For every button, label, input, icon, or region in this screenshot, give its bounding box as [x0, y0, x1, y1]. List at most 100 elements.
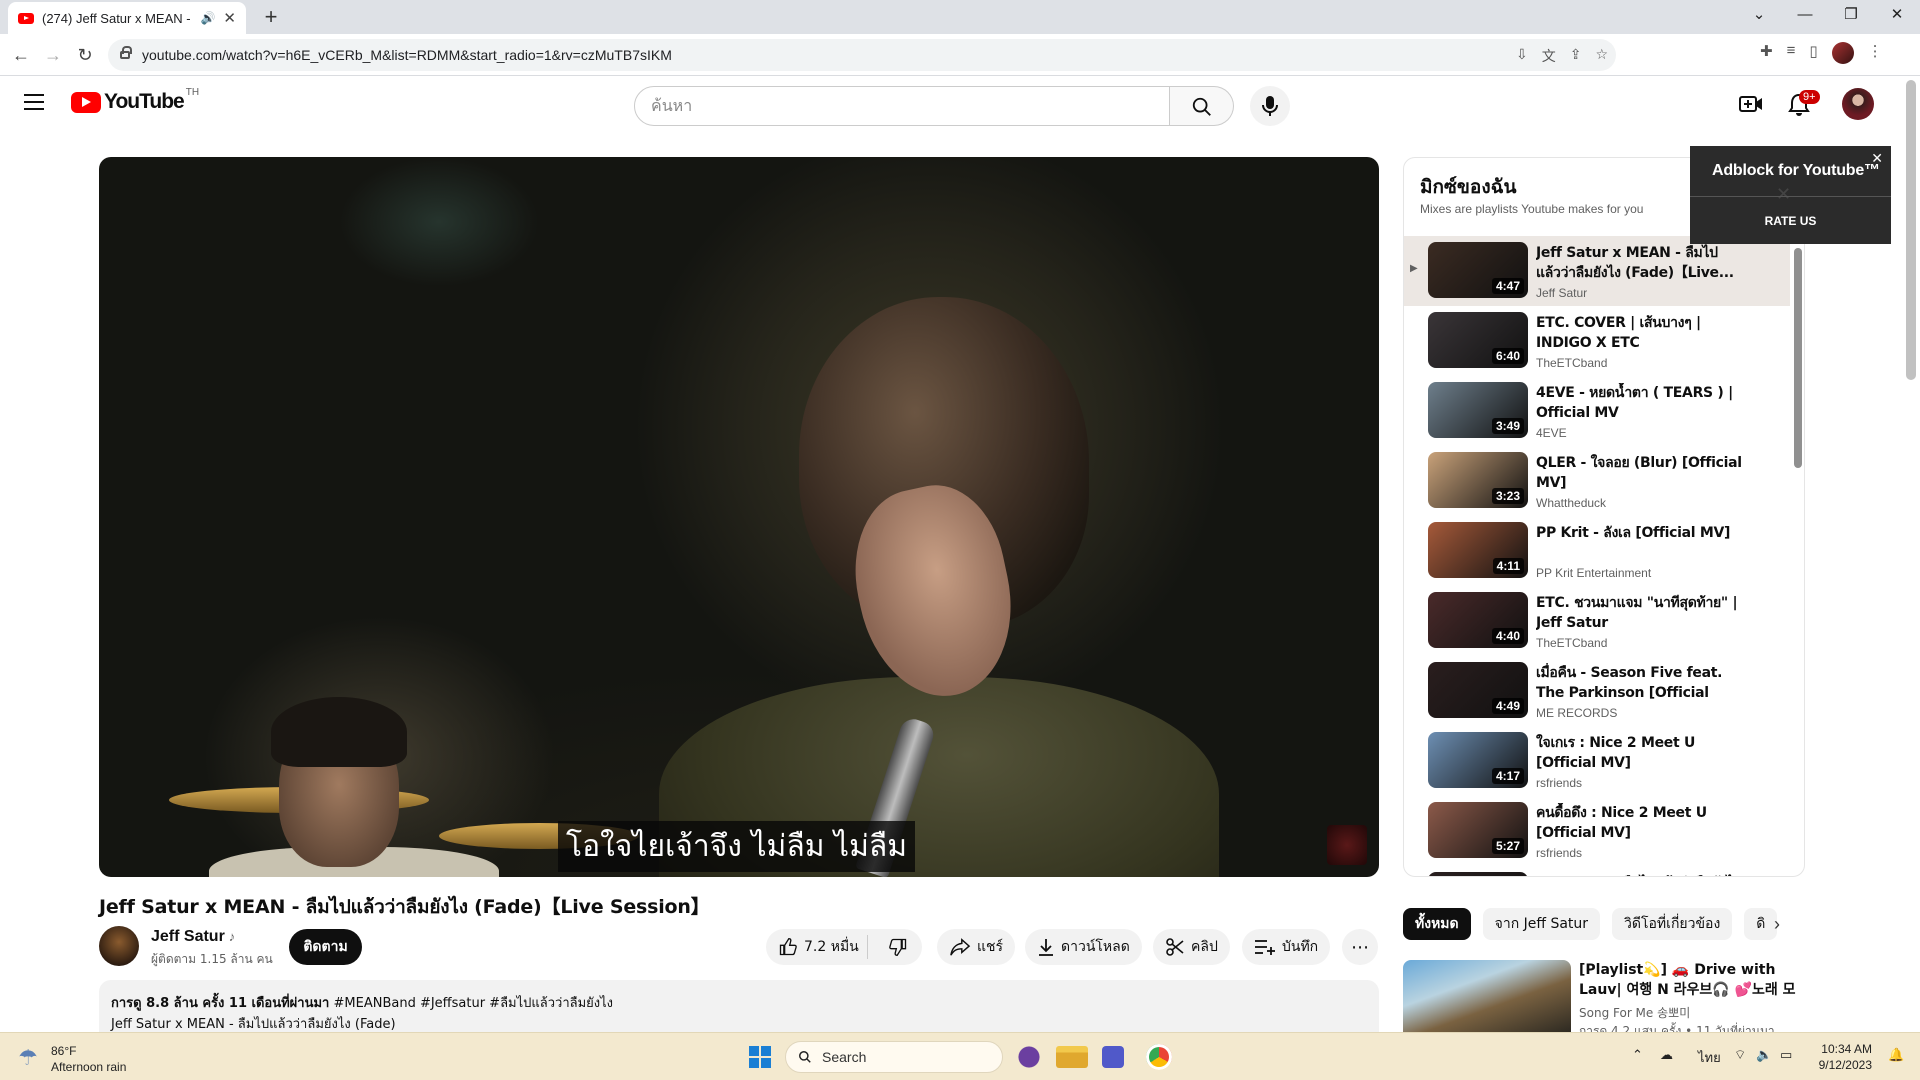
browser-tab-youtube[interactable]: (274) Jeff Satur x MEAN - ลืมไ 🔊 ✕ [8, 2, 246, 34]
playlist-item-title[interactable]: PP Krit - ลังเล [Official MV] [1536, 523, 1742, 543]
more-actions-icon[interactable]: ⋯ [1342, 929, 1378, 965]
playlist-item-title[interactable]: QLER - ใจลอย (Blur) [Official MV] [1536, 453, 1742, 493]
recommended-channel[interactable]: Song For Me 송뽀미 [1579, 1004, 1690, 1021]
playlist-item-title[interactable]: คนดื้อดึง : Nice 2 Meet U [Official MV] [1536, 803, 1742, 843]
playlist-item-title[interactable]: Jeff Satur x MEAN - ลืมไปแล้วว่าลืมยังไง… [1536, 243, 1742, 283]
playlist-thumbnail[interactable] [1428, 872, 1528, 876]
tray-overflow-icon[interactable]: ⌃ [1632, 1047, 1643, 1063]
filter-chip[interactable]: จาก Jeff Satur [1482, 908, 1601, 940]
recommended-video[interactable]: [Playlist💫] 🚗 Drive with Lauv| 여행 N 라우브🎧… [1403, 960, 1805, 1038]
subscribe-button[interactable]: ติดตาม [289, 929, 362, 965]
onedrive-icon[interactable]: ☁ [1660, 1047, 1673, 1063]
teams-icon[interactable] [1102, 1046, 1124, 1068]
notification-center-icon[interactable]: 🔔 [1888, 1047, 1904, 1063]
playlist-thumbnail[interactable]: 6:40 [1428, 312, 1528, 368]
search-button[interactable] [1170, 86, 1234, 126]
save-to-playlist-button[interactable]: บันทึก [1242, 929, 1331, 965]
browser-menu-icon[interactable]: ⋮ [1868, 42, 1883, 64]
install-app-icon[interactable]: ⇩ [1516, 46, 1528, 66]
lock-icon[interactable] [120, 46, 132, 59]
forward-button[interactable]: → [40, 42, 66, 68]
wifi-icon[interactable]: ⌔ [1734, 1047, 1746, 1063]
dislike-button[interactable] [874, 937, 922, 957]
channel-watermark[interactable] [1327, 825, 1367, 865]
playlist-item-title[interactable]: Jeff Satur - ลืมไปแล้วว่าลืมยังไง [1536, 873, 1742, 876]
playlist-item[interactable]: 5:27 คนดื้อดึง : Nice 2 Meet U [Official … [1404, 796, 1790, 866]
search-input[interactable]: ค้นหา [634, 86, 1170, 126]
windows-start-icon[interactable] [749, 1046, 771, 1068]
recommended-thumbnail[interactable] [1403, 960, 1571, 1032]
file-explorer-icon[interactable] [1056, 1046, 1088, 1068]
share-button[interactable]: แชร์ [937, 929, 1016, 965]
create-video-icon[interactable] [1738, 92, 1764, 116]
media-control-icon[interactable]: ≡ [1787, 42, 1796, 64]
new-tab-button[interactable]: + [258, 4, 284, 30]
playlist-item-title[interactable]: เมื่อคืน - Season Five feat. The Parkins… [1536, 663, 1742, 703]
playlist-thumbnail[interactable]: 5:27 [1428, 802, 1528, 858]
playlist-thumbnail[interactable]: 4:49 [1428, 662, 1528, 718]
playlist-item[interactable]: 3:23 QLER - ใจลอย (Blur) [Official MV] Wha… [1404, 446, 1790, 516]
download-button[interactable]: ดาวน์โหลด [1025, 929, 1142, 965]
reload-button[interactable]: ↻ [72, 42, 98, 68]
adblock-close-icon[interactable]: ✕ [1871, 150, 1883, 167]
filter-chip[interactable]: ทั้งหมด [1403, 908, 1471, 940]
playlist-item-title[interactable]: 4EVE - หยดน้ำตา ( TEARS ) | Official MV [1536, 383, 1742, 423]
tab-search-icon[interactable]: ⌄ [1736, 0, 1782, 30]
playlist-item[interactable]: 4:11 PP Krit - ลังเล [Official MV] PP Krit… [1404, 516, 1790, 586]
description-box[interactable]: การดู 8.8 ล้าน ครั้ง 11 เดือนที่ผ่านมา #… [99, 980, 1379, 1040]
hashtags[interactable]: #MEANBand #Jeffsatur #ลืมไปแล้วว่าลืมยัง… [334, 996, 614, 1011]
video-player[interactable]: โอใจไยเจ้าจึง ไม่ลืม ไม่ลืม [99, 157, 1379, 877]
taskbar-search[interactable]: Search [785, 1041, 1003, 1073]
translate-icon[interactable]: 文 [1542, 46, 1556, 66]
playlist-item[interactable]: 4:49 เมื่อคืน - Season Five feat. The Par… [1404, 656, 1790, 726]
share-page-icon[interactable]: ⇪ [1570, 46, 1582, 66]
voice-search-button[interactable] [1250, 86, 1290, 126]
playlist-item-title[interactable]: ETC. COVER | เส้นบางๆ | INDIGO X ETC [1536, 313, 1742, 353]
playlist-item[interactable]: 3:49 4EVE - หยดน้ำตา ( TEARS ) | Official… [1404, 376, 1790, 446]
back-button[interactable]: ← [8, 42, 34, 68]
github-desktop-icon[interactable] [1013, 1041, 1045, 1073]
filter-chip[interactable]: ดิ [1744, 908, 1778, 940]
input-language[interactable]: ไทย [1698, 1047, 1721, 1068]
playlist-thumbnail[interactable]: 3:49 [1428, 382, 1528, 438]
volume-icon[interactable]: 🔈 [1756, 1047, 1772, 1063]
extensions-icon[interactable]: ✚ [1760, 42, 1773, 64]
playlist-thumbnail[interactable]: 3:23 [1428, 452, 1528, 508]
address-bar[interactable]: youtube.com/watch?v=h6E_vCERb_M&list=RDM… [108, 39, 1616, 71]
playlist-item[interactable]: 4:40 ETC. ชวนมาแจม "นาทีสุดท้าย" | Jeff S… [1404, 586, 1790, 656]
browser-profile-avatar[interactable] [1831, 42, 1854, 64]
close-window-button[interactable]: ✕ [1874, 0, 1920, 30]
playlist-scrollbar[interactable] [1794, 248, 1802, 468]
bookmark-star-icon[interactable]: ☆ [1595, 46, 1608, 66]
clip-button[interactable]: คลิป [1153, 929, 1230, 965]
side-panel-icon[interactable]: ▯ [1809, 42, 1817, 64]
youtube-logo[interactable]: YouTube TH [71, 87, 199, 114]
recommended-title[interactable]: [Playlist💫] 🚗 Drive with Lauv| 여행 N 라우브🎧… [1579, 960, 1799, 1000]
playlist-thumbnail[interactable]: 4:47 [1428, 242, 1528, 298]
playlist-item[interactable]: Jeff Satur - ลืมไปแล้วว่าลืมยังไง [1404, 866, 1790, 876]
chrome-icon[interactable] [1146, 1044, 1172, 1070]
close-tab-icon[interactable]: ✕ [223, 9, 236, 27]
minimize-button[interactable]: — [1782, 0, 1828, 30]
channel-name[interactable]: Jeff Satur ♪ [151, 928, 235, 946]
menu-icon[interactable] [24, 94, 44, 110]
playlist-item-title[interactable]: ETC. ชวนมาแจม "นาทีสุดท้าย" | Jeff Satur [1536, 593, 1742, 633]
weather-widget[interactable]: 86°F Afternoon rain [51, 1043, 126, 1075]
playlist-item[interactable]: 6:40 ETC. COVER | เส้นบางๆ | INDIGO X ETC… [1404, 306, 1790, 376]
playlist-thumbnail[interactable]: 4:40 [1428, 592, 1528, 648]
playlist-item[interactable]: ▶ 4:47 Jeff Satur x MEAN - ลืมไปแล้วว่าลืม… [1404, 236, 1790, 306]
rate-us-button[interactable]: RATE US [1690, 214, 1891, 228]
filter-chip[interactable]: วิดีโอที่เกี่ยวข้อง [1612, 908, 1733, 940]
playlist-item-title[interactable]: ใจเกเร : Nice 2 Meet U [Official MV] [1536, 733, 1742, 773]
system-clock[interactable]: 10:34 AM 9/12/2023 [1812, 1041, 1872, 1073]
battery-icon[interactable]: ▭ [1780, 1047, 1792, 1063]
playlist-thumbnail[interactable]: 4:11 [1428, 522, 1528, 578]
user-avatar[interactable] [1842, 88, 1874, 120]
playlist-thumbnail[interactable]: 4:17 [1428, 732, 1528, 788]
chevron-right-icon[interactable]: › [1774, 914, 1780, 935]
restore-button[interactable]: ❐ [1828, 0, 1874, 30]
playlist-item[interactable]: 4:17 ใจเกเร : Nice 2 Meet U [Official MV]… [1404, 726, 1790, 796]
channel-avatar[interactable] [99, 926, 139, 966]
speaker-icon[interactable]: 🔊 [200, 11, 215, 25]
like-button[interactable]: 7.2 หมื่น [766, 935, 869, 959]
